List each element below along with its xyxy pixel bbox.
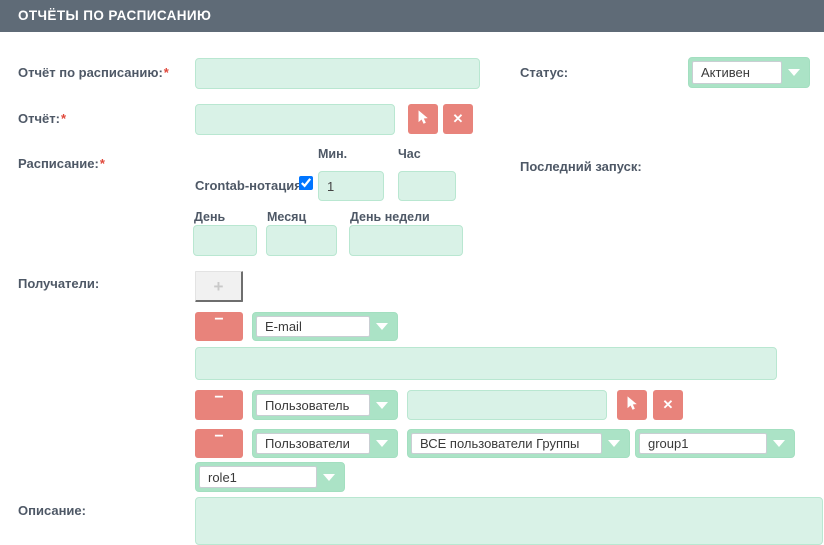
chevron-down-icon — [767, 433, 791, 454]
recipient-type-value: Пользователь — [256, 394, 370, 416]
users-scope-select[interactable]: ВСЕ пользователи Группы — [407, 429, 630, 458]
close-icon: ✕ — [453, 111, 464, 127]
required-mark: * — [164, 65, 169, 80]
remove-recipient-button[interactable]: − — [195, 390, 243, 420]
remove-recipient-button[interactable]: − — [195, 429, 243, 458]
users-scope-value: ВСЕ пользователи Группы — [411, 433, 602, 454]
recipient-type-value: E-mail — [256, 316, 370, 337]
status-label: Статус: — [520, 65, 568, 80]
status-selected-value: Активен — [692, 61, 782, 84]
report-pick-button[interactable] — [408, 104, 438, 134]
recipient-type-select-email[interactable]: E-mail — [252, 312, 398, 341]
day-column-label: День — [194, 210, 225, 224]
month-column-label: Месяц — [267, 210, 306, 224]
hour-input[interactable] — [398, 171, 456, 201]
user-clear-button[interactable]: ✕ — [653, 390, 683, 420]
chevron-down-icon — [317, 466, 341, 488]
recipient-type-select-user[interactable]: Пользователь — [252, 390, 398, 420]
remove-recipient-button[interactable]: − — [195, 312, 243, 341]
chevron-down-icon — [370, 433, 394, 454]
role-select[interactable]: role1 — [195, 462, 345, 492]
role-value: role1 — [199, 466, 317, 488]
add-recipient-button[interactable]: + — [195, 271, 243, 302]
minute-input[interactable] — [318, 171, 384, 201]
status-select[interactable]: Активен — [688, 57, 810, 88]
minus-icon: − — [214, 314, 223, 326]
report-label: Отчёт:* — [18, 111, 66, 126]
recipient-type-value: Пользователи — [256, 433, 370, 454]
minus-icon: − — [214, 431, 223, 443]
description-textarea[interactable] — [195, 497, 823, 545]
schedule-report-label: Отчёт по расписанию:* — [18, 65, 169, 80]
chevron-down-icon — [782, 61, 806, 84]
report-clear-button[interactable]: ✕ — [443, 104, 473, 134]
group-select[interactable]: group1 — [635, 429, 795, 458]
recipients-label: Получатели: — [18, 276, 99, 291]
chevron-down-icon — [370, 394, 394, 416]
minus-icon: − — [214, 392, 223, 404]
report-input[interactable] — [195, 104, 395, 135]
user-pick-button[interactable] — [617, 390, 647, 420]
weekday-column-label: День недели — [350, 210, 430, 224]
chevron-down-icon — [602, 433, 626, 454]
schedule-label: Расписание:* — [18, 156, 105, 171]
chevron-down-icon — [370, 316, 394, 337]
cursor-icon — [624, 395, 641, 415]
weekday-input[interactable] — [349, 225, 463, 256]
close-icon: ✕ — [663, 397, 674, 413]
page-title: ОТЧЁТЫ ПО РАСПИСАНИЮ — [18, 8, 211, 23]
crontab-checkbox[interactable] — [299, 176, 313, 190]
recipient-type-select-users[interactable]: Пользователи — [252, 429, 398, 458]
schedule-report-input[interactable] — [195, 58, 480, 89]
month-input[interactable] — [266, 225, 337, 256]
group-value: group1 — [639, 433, 767, 454]
required-mark: * — [61, 111, 66, 126]
page-header: ОТЧЁТЫ ПО РАСПИСАНИЮ — [0, 0, 824, 32]
last-run-label: Последний запуск: — [520, 159, 642, 174]
hour-column-label: Час — [398, 147, 421, 161]
user-input[interactable] — [407, 390, 607, 420]
minute-column-label: Мин. — [318, 147, 347, 161]
description-label: Описание: — [18, 503, 86, 518]
day-input[interactable] — [193, 225, 257, 256]
cursor-icon — [415, 109, 432, 129]
required-mark: * — [100, 156, 105, 171]
email-address-input[interactable] — [195, 347, 777, 380]
crontab-label: Crontab-нотация — [195, 179, 302, 193]
plus-icon: + — [214, 277, 224, 296]
